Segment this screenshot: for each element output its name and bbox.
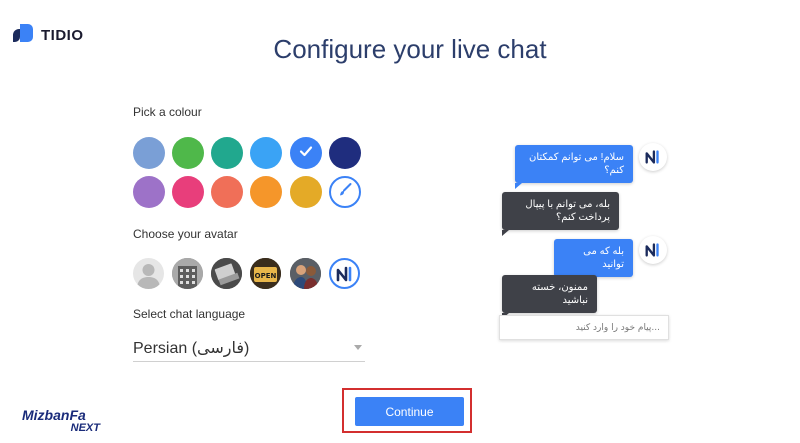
colour-swatch-mustard[interactable] bbox=[290, 176, 322, 208]
operator-avatar bbox=[639, 143, 667, 171]
chat-message-visitor: ممنون، خسته نباشید bbox=[502, 275, 597, 319]
continue-button[interactable]: Continue bbox=[355, 397, 464, 426]
operator-avatar bbox=[639, 236, 667, 264]
colour-swatch-green[interactable] bbox=[172, 137, 204, 169]
avatar-option-open-sign[interactable]: OPEN bbox=[250, 258, 281, 289]
laptop-photo-icon bbox=[211, 258, 242, 289]
colour-swatch-slate-blue[interactable] bbox=[133, 137, 165, 169]
colour-swatch-teal[interactable] bbox=[211, 137, 243, 169]
building-photo-icon bbox=[172, 258, 203, 289]
select-language-label: Select chat language bbox=[133, 307, 246, 321]
open-sign-icon: OPEN bbox=[250, 258, 281, 289]
person-silhouette-icon bbox=[137, 264, 160, 289]
people-photo-icon bbox=[290, 258, 321, 289]
chat-language-select[interactable]: Persian (فارسی) bbox=[133, 336, 365, 362]
choose-avatar-label: Choose your avatar bbox=[133, 227, 238, 241]
checkmark-icon bbox=[298, 143, 314, 164]
svg-text:OPEN: OPEN bbox=[255, 272, 277, 280]
avatar-option-building[interactable] bbox=[172, 258, 203, 289]
chat-message-operator: بله که می توانید bbox=[554, 239, 633, 283]
selected-language: Persian (فارسی) bbox=[133, 340, 250, 357]
custom-colour-button[interactable] bbox=[329, 176, 361, 208]
watermark-line1: MizbanFa bbox=[22, 407, 86, 423]
avatar-option-people[interactable] bbox=[290, 258, 321, 289]
avatar-option-default[interactable] bbox=[133, 258, 164, 289]
paintbrush-icon bbox=[337, 182, 353, 203]
tidio-n-logo-icon bbox=[336, 266, 351, 281]
chat-message-input[interactable] bbox=[499, 315, 669, 340]
chat-message-operator: سلام! می توانم کمکتان کنم؟ bbox=[515, 145, 633, 189]
avatar-option-tidio-selected[interactable] bbox=[329, 258, 360, 289]
avatar-option-laptop[interactable] bbox=[211, 258, 242, 289]
colour-swatch-blue-selected[interactable] bbox=[290, 137, 322, 169]
colour-swatch-orange[interactable] bbox=[250, 176, 282, 208]
colour-swatch-sky-blue[interactable] bbox=[250, 137, 282, 169]
colour-swatch-pink[interactable] bbox=[172, 176, 204, 208]
mizbanfa-watermark: MizbanFa NEXT bbox=[22, 408, 106, 434]
chat-message-visitor: بله، می توانم با پیپال پرداخت کنم؟ bbox=[502, 192, 619, 236]
chevron-down-icon bbox=[354, 345, 362, 350]
page-title: Configure your live chat bbox=[273, 34, 547, 64]
tidio-n-logo-icon bbox=[645, 243, 659, 257]
colour-swatch-purple[interactable] bbox=[133, 176, 165, 208]
colour-swatch-navy[interactable] bbox=[329, 137, 361, 169]
pick-colour-label: Pick a colour bbox=[133, 105, 202, 119]
colour-swatch-coral[interactable] bbox=[211, 176, 243, 208]
watermark-line2: NEXT bbox=[70, 422, 100, 434]
tidio-n-logo-icon bbox=[645, 150, 659, 164]
